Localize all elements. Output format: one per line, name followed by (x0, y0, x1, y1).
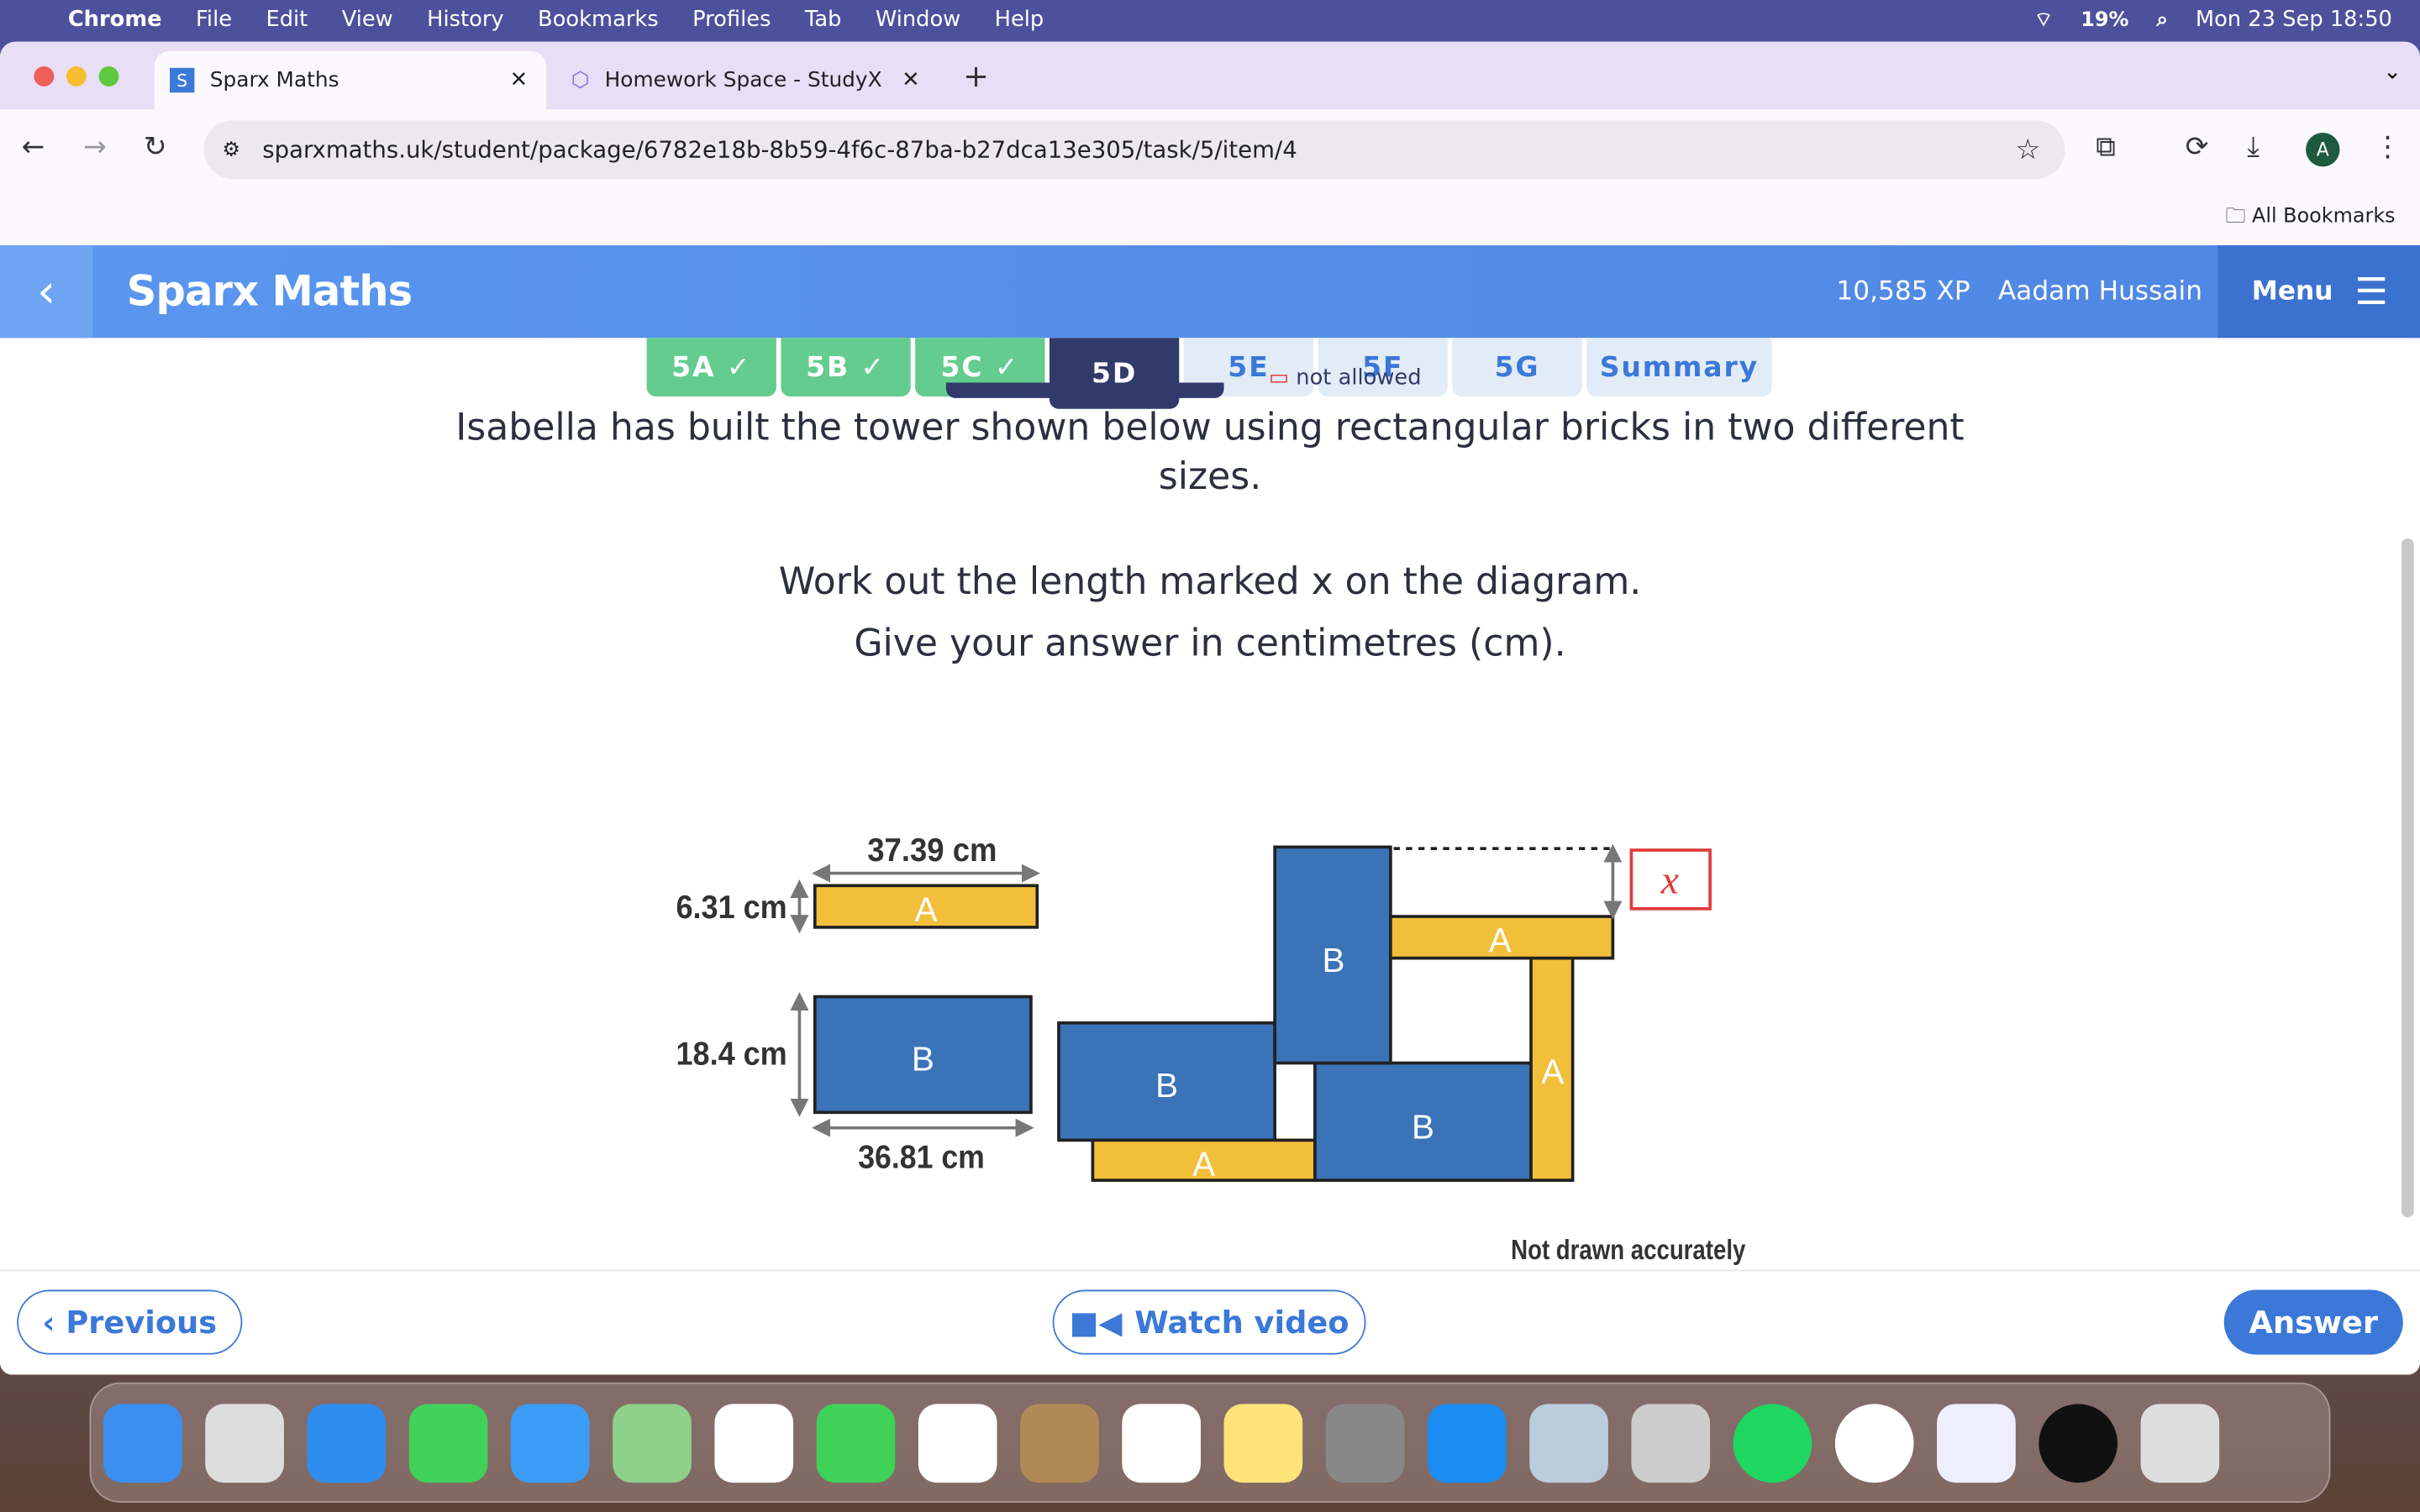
brick-b-height: 18.4 cm (676, 1036, 786, 1072)
site-info-icon[interactable]: ⚙ (222, 138, 239, 161)
chevron-left-icon: ‹ (42, 1304, 66, 1341)
scrollbar[interactable] (2401, 538, 2414, 1218)
brick-label: B (1155, 1066, 1178, 1105)
contacts-icon[interactable] (1020, 1403, 1099, 1483)
folder-icon: 🗀 (2225, 205, 2252, 228)
menu-file[interactable]: File (196, 8, 232, 32)
facetime-icon[interactable] (816, 1403, 896, 1483)
tab-sparx-maths[interactable]: S Sparx Maths ✕ (154, 50, 547, 110)
forward-icon[interactable]: → (83, 131, 107, 164)
menu-window[interactable]: Window (876, 8, 960, 32)
brick-label: A (915, 890, 938, 929)
mail-icon[interactable] (510, 1403, 590, 1483)
menu-edit[interactable]: Edit (266, 8, 308, 32)
sparx-app: ‹ Sparx Maths 10,585 XP Aadam Hussain Me… (0, 245, 2420, 1375)
brick-label: A (1541, 1052, 1564, 1090)
search-icon[interactable]: ⌕ (2156, 8, 2167, 32)
sparx-favicon: S (170, 67, 195, 93)
watch-label: Watch video (1134, 1304, 1349, 1341)
bookmark-star-icon[interactable]: ☆ (2016, 134, 2041, 166)
brick-label: A (1192, 1145, 1215, 1184)
macos-menubar: Chrome File Edit View History Bookmarks … (0, 0, 2420, 40)
not-drawn-accurately: Not drawn accurately (1511, 1235, 1746, 1266)
previous-button[interactable]: ‹ Previous (17, 1289, 243, 1355)
footer-bar: ‹ Previous ■◀ Watch video Answer (0, 1269, 2420, 1375)
reminders-icon[interactable] (1122, 1403, 1201, 1483)
profile-avatar[interactable]: A (2306, 132, 2340, 167)
battery-percent[interactable]: 19% (2081, 8, 2128, 32)
menu-bookmarks[interactable]: Bookmarks (538, 8, 659, 32)
extension-icon[interactable]: ⟳ (2186, 131, 2209, 164)
extensions-icon[interactable]: ⧉ (2096, 131, 2116, 164)
previous-label: Previous (66, 1304, 218, 1341)
reload-icon[interactable]: ↻ (144, 131, 167, 164)
brick-a-height: 6.31 cm (676, 890, 786, 926)
brick-b-width: 36.81 cm (858, 1139, 985, 1175)
close-tab-icon[interactable]: ✕ (902, 68, 920, 92)
maximize-button[interactable] (98, 66, 119, 87)
finder-icon[interactable] (103, 1403, 182, 1483)
menu-app[interactable]: Chrome (68, 8, 162, 32)
photos-icon[interactable] (714, 1403, 794, 1483)
chrome-icon[interactable] (1834, 1403, 1914, 1483)
new-tab-button[interactable]: + (963, 57, 989, 94)
unknown-x: x (1660, 858, 1679, 902)
answer-button[interactable]: Answer (2223, 1289, 2403, 1355)
maps-icon[interactable] (613, 1403, 692, 1483)
macos-dock (89, 1382, 2331, 1503)
tab-title: Homework Space - StudyX (604, 67, 882, 93)
tower-diagram: A B B A B A B A 37.39 cm 6.31 cm 18.4 cm… (676, 832, 1746, 1266)
preview-icon[interactable] (1529, 1403, 1608, 1483)
video-camera-icon: ■◀ (1069, 1304, 1123, 1341)
all-bookmarks[interactable]: 🗀 All Bookmarks (2226, 202, 2396, 236)
download-icon[interactable]: ⤓ (2247, 131, 2260, 164)
brick-label: B (1322, 941, 1344, 979)
launchpad-icon[interactable] (205, 1403, 284, 1483)
url-text: sparxmaths.uk/student/package/6782e18b-8… (262, 135, 1297, 164)
watch-video-button[interactable]: ■◀ Watch video (1052, 1289, 1366, 1355)
address-bar[interactable]: ⚙ sparxmaths.uk/student/package/6782e18b-… (203, 120, 2065, 180)
proton-vpn-icon[interactable] (1937, 1403, 2016, 1483)
menu-tab[interactable]: Tab (805, 8, 842, 32)
brick-label: B (912, 1040, 934, 1079)
trash-icon[interactable] (2140, 1403, 2220, 1483)
menu-profiles[interactable]: Profiles (692, 8, 771, 32)
brick-a-width: 37.39 cm (867, 832, 997, 869)
roblox-icon[interactable] (1631, 1403, 1711, 1483)
spotify-icon[interactable] (1733, 1403, 1812, 1483)
studyx-favicon: ⬡ (571, 67, 590, 93)
tab-title: Sparx Maths (209, 67, 339, 93)
wifi-icon[interactable]: ⌔ (2034, 8, 2053, 33)
clock[interactable]: Mon 23 Sep 18:50 (2196, 8, 2392, 32)
minimize-button[interactable] (66, 66, 87, 87)
messages-icon[interactable] (408, 1403, 488, 1483)
tiktok-icon[interactable] (2039, 1403, 2118, 1483)
app-store-icon[interactable] (1427, 1403, 1507, 1483)
system-settings-icon[interactable] (1325, 1403, 1405, 1483)
close-window-button[interactable] (34, 66, 55, 87)
all-bookmarks-label: All Bookmarks (2251, 205, 2396, 228)
back-icon[interactable]: ← (22, 131, 45, 164)
menu-help[interactable]: Help (995, 8, 1044, 32)
brick-label: A (1489, 921, 1512, 959)
safari-icon[interactable] (307, 1403, 387, 1483)
menu-view[interactable]: View (342, 8, 393, 32)
chrome-window: S Sparx Maths ✕ ⬡ Homework Space - StudyX ✕ … (0, 41, 2420, 1375)
tab-search-chevron-icon[interactable]: ⌄ (2383, 60, 2402, 85)
notes-icon[interactable] (1223, 1403, 1303, 1483)
calendar-icon[interactable] (918, 1403, 997, 1483)
more-menu-icon[interactable]: ⋮ (2374, 131, 2402, 164)
brick-label: B (1412, 1108, 1434, 1147)
close-tab-icon[interactable]: ✕ (510, 68, 529, 92)
menu-history[interactable]: History (427, 8, 503, 32)
tab-studyx[interactable]: ⬡ Homework Space - StudyX ✕ (568, 51, 939, 110)
